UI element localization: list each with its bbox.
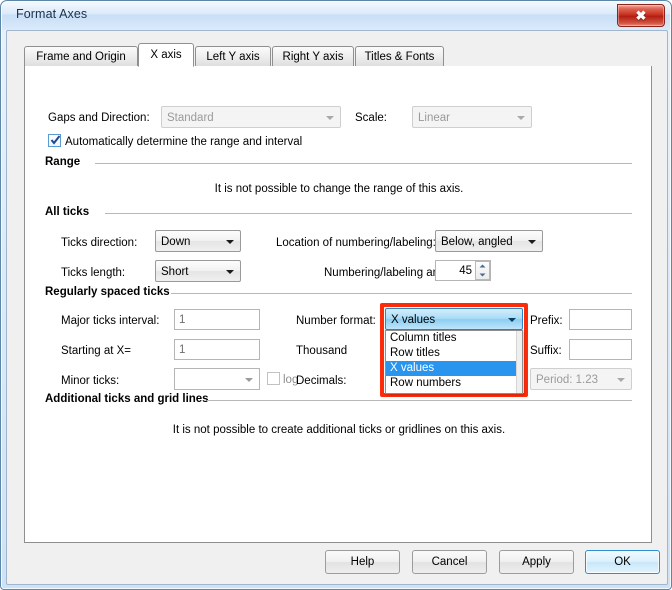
suffix-input[interactable]	[569, 339, 632, 360]
dialog-client-area: Frame and Origin X axis Left Y axis Righ…	[6, 30, 668, 585]
gaps-and-direction-value: Standard	[167, 112, 214, 124]
gaps-and-direction-combo: Standard	[161, 106, 341, 128]
dropdown-option-row-numbers[interactable]: Row numbers	[386, 376, 522, 391]
starting-at-x-input[interactable]: 1	[174, 339, 260, 360]
location-of-numbering-value: Below, angled	[441, 236, 513, 248]
close-button[interactable]: ✖	[617, 4, 665, 27]
suffix-label: Suffix:	[530, 344, 562, 358]
location-of-numbering-label: Location of numbering/labeling:	[276, 236, 436, 250]
starting-at-x-value: 1	[179, 344, 185, 356]
major-ticks-interval-label: Major ticks interval:	[61, 314, 159, 328]
additional-ticks-group-header: Additional ticks and grid lines	[45, 393, 209, 405]
chevron-down-icon	[326, 116, 334, 120]
numbering-angle-value: 45	[459, 265, 472, 277]
scale-combo: Linear	[412, 106, 532, 128]
ticks-length-label: Ticks length:	[61, 266, 125, 280]
stepper-up-icon[interactable]	[476, 262, 489, 271]
major-ticks-interval-input[interactable]: 1	[174, 309, 260, 330]
ticks-direction-combo[interactable]: Down	[155, 230, 241, 252]
number-format-value: X values	[391, 314, 435, 326]
scale-value: Linear	[418, 112, 450, 124]
starting-at-x-label: Starting at X=	[61, 344, 131, 358]
tab-left-y-axis[interactable]: Left Y axis	[195, 46, 271, 67]
format-axes-dialog: Format Axes ✖ Frame and Origin X axis Le…	[0, 0, 672, 590]
major-ticks-interval-value: 1	[179, 314, 185, 326]
ok-button[interactable]: OK	[585, 550, 660, 574]
title-bar: Format Axes ✖	[2, 2, 670, 30]
log-checkbox[interactable]	[267, 372, 280, 385]
x-axis-panel: Gaps and Direction: Standard Scale: Line…	[24, 66, 652, 543]
tab-x-axis[interactable]: X axis	[138, 43, 194, 67]
period-format-combo: Period: 1.23	[530, 368, 632, 390]
tab-right-y-axis[interactable]: Right Y axis	[272, 46, 354, 67]
dropdown-option-row-titles[interactable]: Row titles	[386, 346, 522, 361]
chevron-down-icon	[226, 270, 234, 274]
regular-ticks-group-rule	[171, 293, 632, 294]
additional-ticks-group-rule	[207, 400, 632, 401]
tab-strip: Frame and Origin X axis Left Y axis Righ…	[24, 43, 652, 67]
range-group-rule	[95, 163, 632, 164]
range-note: It is not possible to change the range o…	[25, 183, 653, 195]
apply-button[interactable]: Apply	[499, 550, 574, 574]
chevron-down-icon	[226, 240, 234, 244]
help-button[interactable]: Help	[325, 550, 400, 574]
chevron-down-icon	[617, 378, 625, 382]
scale-label: Scale:	[355, 111, 387, 125]
thousand-label: Thousand	[296, 344, 347, 358]
numbering-angle-stepper[interactable]	[475, 261, 490, 280]
number-format-label: Number format:	[296, 314, 376, 328]
minor-ticks-label: Minor ticks:	[61, 374, 119, 388]
auto-range-label: Automatically determine the range and in…	[65, 135, 302, 149]
number-format-dropdown-list[interactable]: Column titles Row titles X values Row nu…	[385, 330, 523, 394]
location-of-numbering-combo[interactable]: Below, angled	[435, 230, 543, 252]
window-title: Format Axes	[16, 7, 87, 21]
minor-ticks-combo[interactable]	[174, 368, 260, 390]
regular-ticks-group-header: Regularly spaced ticks	[45, 286, 170, 298]
all-ticks-group-rule	[105, 213, 632, 214]
checkmark-icon	[50, 134, 61, 146]
range-group-header: Range	[45, 156, 80, 168]
stepper-down-icon[interactable]	[476, 271, 489, 280]
chevron-down-icon	[245, 378, 253, 382]
ticks-length-combo[interactable]: Short	[155, 260, 241, 282]
cancel-button[interactable]: Cancel	[412, 550, 487, 574]
decimals-label: Decimals:	[296, 374, 346, 388]
dropdown-scrollbar[interactable]	[516, 331, 522, 393]
ticks-length-value: Short	[161, 266, 189, 278]
additional-ticks-note: It is not possible to create additional …	[25, 424, 653, 436]
all-ticks-group-header: All ticks	[45, 206, 89, 218]
auto-range-checkbox[interactable]	[48, 134, 61, 147]
chevron-down-icon	[508, 318, 516, 322]
chevron-down-icon	[517, 116, 525, 120]
close-icon: ✖	[636, 9, 647, 22]
ticks-direction-value: Down	[161, 236, 190, 248]
gaps-and-direction-label: Gaps and Direction:	[48, 111, 150, 125]
prefix-label: Prefix:	[530, 314, 563, 328]
tab-frame-and-origin[interactable]: Frame and Origin	[24, 46, 138, 67]
tab-titles-and-fonts[interactable]: Titles & Fonts	[355, 46, 444, 67]
prefix-input[interactable]	[569, 309, 632, 330]
dropdown-option-column-titles[interactable]: Column titles	[386, 331, 522, 346]
ticks-direction-label: Ticks direction:	[61, 236, 137, 250]
period-format-value: Period: 1.23	[536, 374, 598, 386]
number-format-combo[interactable]: X values	[385, 308, 523, 330]
dropdown-option-x-values[interactable]: X values	[386, 361, 522, 376]
chevron-down-icon	[528, 240, 536, 244]
